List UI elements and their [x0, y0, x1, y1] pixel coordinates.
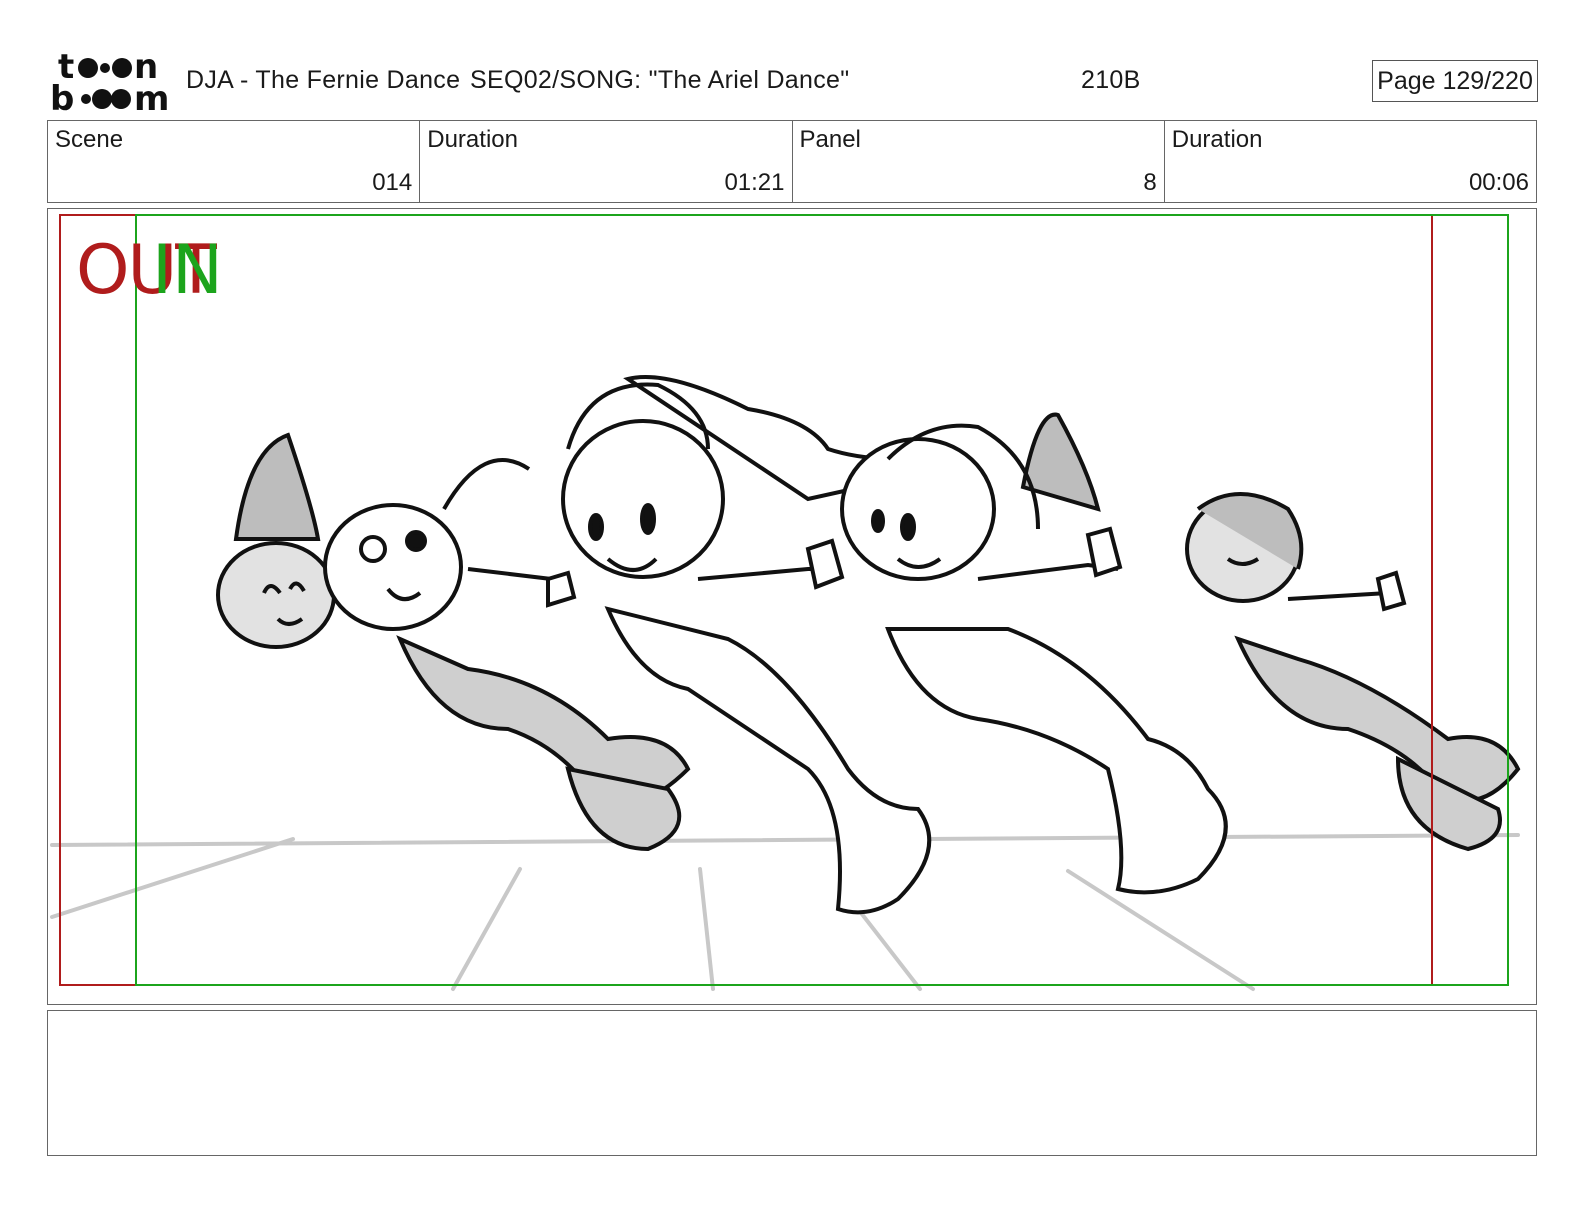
- scene-duration-cell: Duration 01:21: [420, 121, 793, 202]
- panel-duration-value: 00:06: [1468, 169, 1529, 196]
- logo-graphic: t n b m: [50, 50, 168, 114]
- panel-cell: Panel 8: [793, 121, 1165, 202]
- panel-drawing: [50, 214, 1521, 991]
- panel-duration-cell: Duration 00:06: [1165, 121, 1536, 202]
- page-number: Page 129/220: [1372, 60, 1538, 102]
- sequence-title: SEQ02/SONG: "The Ariel Dance": [470, 66, 850, 94]
- panel-value: 8: [1143, 169, 1157, 196]
- storyboard-panel: OUT IN: [47, 208, 1537, 1005]
- toon-boom-logo: t n b m: [50, 50, 168, 114]
- scene-duration-value: 01:21: [724, 169, 785, 196]
- panel-duration-label: Duration: [1171, 126, 1263, 153]
- notes-box: [47, 1010, 1537, 1156]
- merfolk-figure-1: [216, 432, 336, 649]
- scene-cell: Scene 014: [48, 121, 421, 202]
- project-title: DJA - The Fernie Dance: [186, 66, 461, 94]
- merfolk-figure-5: [1185, 492, 1521, 852]
- scene-duration-label: Duration: [427, 126, 518, 153]
- panel-label: Panel: [799, 126, 861, 153]
- scene-value: 014: [372, 169, 413, 196]
- svg-text:b: b: [50, 79, 74, 114]
- scene-label: Scene: [55, 126, 124, 153]
- shot-code: 210B: [1081, 66, 1141, 94]
- info-row: Scene 014 Duration 01:21 Panel 8 Duratio…: [47, 120, 1537, 203]
- in-frame-label: IN: [152, 231, 223, 310]
- svg-text:m: m: [134, 79, 168, 114]
